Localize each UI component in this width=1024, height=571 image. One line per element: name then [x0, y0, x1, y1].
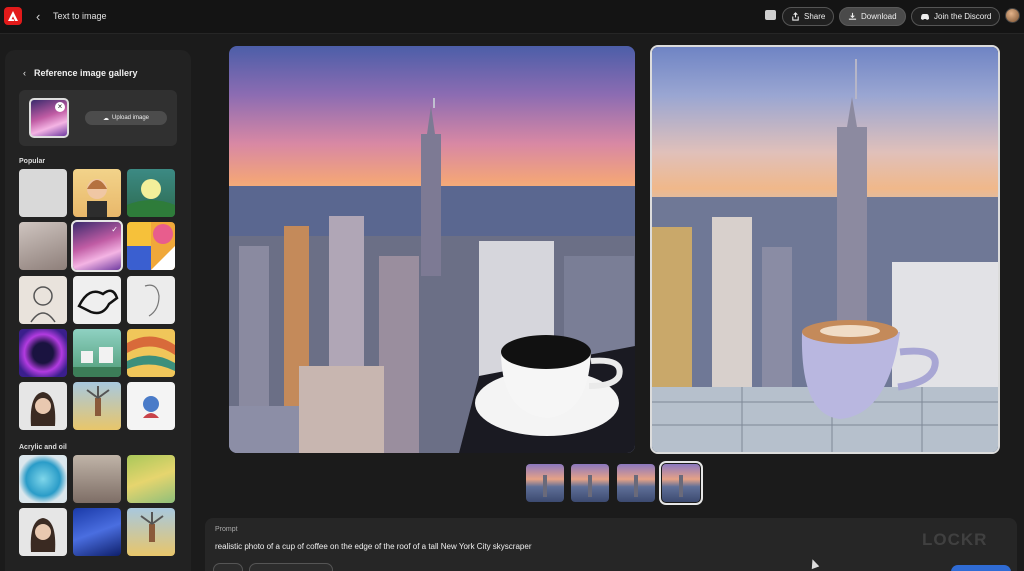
gallery-thumbnail[interactable]: [19, 329, 67, 377]
tower-shape: [634, 475, 638, 497]
prompt-panel: Prompt realistic photo of a cup of coffe…: [205, 518, 1017, 571]
share-button[interactable]: Share: [782, 7, 835, 26]
gallery-thumbnail[interactable]: [127, 455, 175, 503]
upload-image-button[interactable]: ☁ Upload image: [85, 111, 167, 125]
ink-horse-drawing: [77, 289, 119, 315]
gallery-thumbnail[interactable]: [19, 276, 67, 324]
variation-thumbnail[interactable]: [526, 464, 564, 502]
windmill-illustration: [140, 512, 164, 542]
girl-portrait: [30, 392, 56, 426]
gallery-thumbnail[interactable]: [127, 382, 175, 430]
remove-reference-icon[interactable]: ×: [55, 102, 65, 112]
upload-label: Upload image: [111, 115, 150, 121]
top-bar: ‹ Text to image Share Download Join the …: [0, 0, 1024, 34]
avatar[interactable]: [1005, 8, 1020, 23]
character-illustration: [87, 179, 107, 217]
girl-portrait: [30, 518, 56, 552]
share-label: Share: [804, 12, 826, 21]
feedback-icon[interactable]: [765, 10, 776, 20]
generated-image-2[interactable]: [650, 45, 1000, 454]
share-icon: [792, 12, 799, 21]
discord-label: Join the Discord: [934, 12, 992, 21]
gallery-thumbnail[interactable]: [127, 169, 175, 217]
gallery-thumbnail[interactable]: [19, 169, 67, 217]
moon-illustration: [127, 179, 175, 217]
section-label-acrylic-and-oil: Acrylic and oil: [19, 444, 67, 451]
gallery-thumbnail[interactable]: [73, 382, 121, 430]
gallery-thumbnail[interactable]: [19, 382, 67, 430]
checkmark-icon: ✓: [111, 225, 118, 234]
houses-illustration: [73, 347, 121, 377]
gallery-thumbnail[interactable]: [73, 329, 121, 377]
windmill-illustration: [86, 386, 110, 416]
back-chevron-icon[interactable]: ‹: [23, 68, 26, 78]
panel-header: ‹ Reference image gallery: [23, 68, 138, 78]
breadcrumb[interactable]: Text to image: [53, 11, 107, 21]
gallery-thumbnail[interactable]: [19, 455, 67, 503]
section-label-popular: Popular: [19, 158, 46, 165]
gallery-thumbnail[interactable]: [19, 508, 67, 556]
prompt-input[interactable]: realistic photo of a cup of coffee on th…: [215, 542, 531, 551]
sketch-portrait: [30, 286, 56, 323]
variation-thumbnail[interactable]: [617, 464, 655, 502]
watermark: LOCKR: [922, 530, 988, 549]
variation-thumbnail[interactable]: [571, 464, 609, 502]
gallery-thumbnail[interactable]: [127, 508, 175, 556]
line-portrait: [144, 284, 160, 317]
gallery-thumbnail[interactable]: [73, 276, 121, 324]
prompt-label: Prompt: [215, 526, 238, 533]
gallery-thumbnail[interactable]: [127, 276, 175, 324]
gallery-thumbnail-selected[interactable]: ✓: [71, 220, 123, 272]
generated-image-1[interactable]: [229, 46, 635, 453]
variation-thumbnail-selected[interactable]: [659, 461, 703, 505]
reference-gallery-panel: ‹ Reference image gallery × ☁ Upload imag…: [5, 50, 191, 571]
city-skyline: [229, 98, 635, 453]
tower-shape: [679, 475, 683, 497]
gallery-thumbnail[interactable]: [19, 222, 67, 270]
gallery-thumbnail[interactable]: [73, 455, 121, 503]
gallery-thumbnail[interactable]: [73, 508, 121, 556]
download-icon: [848, 12, 857, 20]
gallery-thumbnail[interactable]: [73, 169, 121, 217]
join-discord-button[interactable]: Join the Discord: [911, 7, 1001, 26]
watercolor-figure: [143, 396, 159, 418]
geometric-pattern: [127, 222, 175, 270]
city-skyline: [652, 59, 998, 452]
tower-shape: [543, 475, 547, 497]
tower-shape: [588, 475, 592, 497]
gallery-thumbnail[interactable]: [127, 329, 175, 377]
back-arrow-icon[interactable]: ‹: [36, 9, 40, 24]
selected-reference-thumbnail[interactable]: ×: [29, 98, 69, 138]
generate-button[interactable]: [951, 565, 1011, 571]
gallery-thumbnail[interactable]: [127, 222, 175, 270]
prompt-option-chip[interactable]: [213, 563, 243, 571]
download-button[interactable]: Download: [839, 7, 906, 26]
wave-pattern: [127, 336, 175, 371]
panel-title: Reference image gallery: [34, 68, 138, 78]
download-label: Download: [861, 12, 897, 21]
upload-icon: ☁: [102, 115, 109, 122]
discord-icon: [921, 13, 929, 20]
prompt-option-chip[interactable]: [249, 563, 333, 571]
adobe-logo-icon[interactable]: [4, 7, 22, 25]
reference-image-box: × ☁ Upload image: [19, 90, 177, 146]
